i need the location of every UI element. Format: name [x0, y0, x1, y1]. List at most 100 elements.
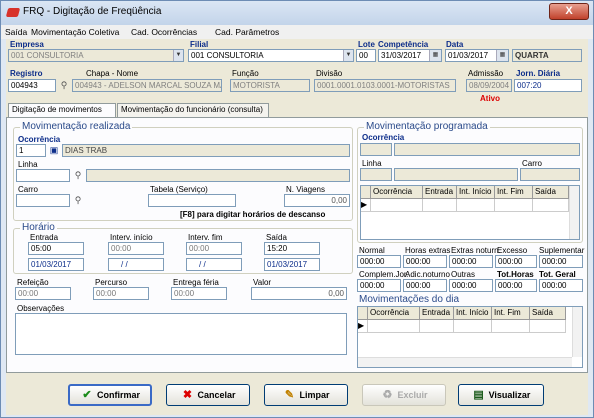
grid-corner — [361, 186, 371, 199]
tot-horas-field: 000:00 — [495, 279, 537, 292]
tab-digitacao[interactable]: Digitação de movimentos — [8, 103, 116, 118]
registro-field[interactable]: 004943 — [8, 79, 56, 92]
tab-consulta[interactable]: Movimentação do funcionário (consulta) — [117, 103, 269, 117]
horizontal-scrollbar[interactable] — [358, 357, 572, 367]
jornada-field: 007:20 — [514, 79, 582, 92]
col-saida[interactable]: Saída — [533, 186, 569, 199]
table-cell[interactable] — [371, 199, 423, 212]
competencia-label: Competência — [378, 40, 429, 49]
limpar-button[interactable]: ✎ Limpar — [264, 384, 348, 406]
suplementar-field: 000:00 — [539, 255, 583, 268]
admissao-field: 08/09/2004 — [466, 79, 512, 92]
ocorrencia-desc-field: DIAS TRAB — [62, 144, 350, 157]
valor-field[interactable]: 0,00 — [251, 287, 347, 300]
jornada-label: Jorn. Diária — [516, 69, 561, 78]
col-saida[interactable]: Saída — [530, 307, 566, 320]
col-entrada[interactable]: Entrada — [423, 186, 457, 199]
table-cell[interactable] — [533, 199, 569, 212]
viagens-label: N. Viagens — [286, 185, 325, 194]
row-indicator-icon: ▶ — [361, 199, 371, 212]
client-area: Empresa 001 CONSULTORIA ▼ Filial 001 CONS… — [6, 39, 588, 415]
table-cell[interactable] — [423, 199, 457, 212]
monitor-icon: ▤ — [473, 389, 484, 401]
saida-date-field[interactable]: 01/03/2017 — [264, 258, 320, 271]
prog-linha-code — [360, 168, 392, 181]
horario-title: Horário — [20, 222, 57, 233]
menu-movimentacao-coletiva[interactable]: Movimentação Coletiva — [31, 27, 119, 37]
col-entrada[interactable]: Entrada — [420, 307, 454, 320]
programada-grid[interactable]: Ocorrência Entrada Int. Início Int. Fim … — [360, 185, 580, 240]
prog-ocorrencia-label: Ocorrência — [362, 133, 405, 142]
funcao-label: Função — [232, 69, 259, 78]
close-button[interactable]: X — [549, 3, 589, 20]
calendar-icon[interactable]: ▦ — [496, 50, 508, 61]
filial-select[interactable]: 001 CONSULTORIA ▼ — [188, 49, 354, 62]
entrada-date-field[interactable]: 01/03/2017 — [28, 258, 84, 271]
competencia-field[interactable]: 31/03/2017 ▦ — [378, 49, 442, 62]
cancelar-button[interactable]: ✖ Cancelar — [166, 384, 250, 406]
prog-linha-label: Linha — [362, 159, 382, 168]
empresa-select[interactable]: 001 CONSULTORIA ▼ — [8, 49, 184, 62]
ocorrencia-code-field[interactable]: 1 — [16, 144, 46, 157]
intervalo-fim-date-field[interactable]: / / — [186, 258, 242, 271]
confirmar-button[interactable]: ✔ Confirmar — [68, 384, 152, 406]
tot-geral-field: 000:00 — [539, 279, 583, 292]
table-cell[interactable] — [368, 320, 420, 333]
vertical-scrollbar[interactable] — [569, 186, 579, 239]
data-value: 01/03/2017 — [448, 51, 489, 60]
table-cell[interactable] — [495, 199, 533, 212]
calendar-icon[interactable]: ▦ — [429, 50, 441, 61]
menu-cad-parametros[interactable]: Cad. Parâmetros — [215, 27, 279, 37]
visualizar-button[interactable]: ▤ Visualizar — [458, 384, 544, 406]
col-ocorrencia[interactable]: Ocorrência — [371, 186, 423, 199]
linha-field[interactable] — [16, 169, 70, 182]
realizada-title: Movimentação realizada — [20, 121, 133, 132]
binoculars-icon[interactable]: ⚲ — [72, 194, 84, 206]
valor-label: Valor — [253, 278, 272, 287]
col-int-inicio[interactable]: Int. Início — [454, 307, 492, 320]
table-cell[interactable] — [530, 320, 566, 333]
complem-label: Complem.Jor. — [359, 270, 409, 279]
percurso-label: Percurso — [95, 278, 128, 287]
intervalo-inicio-field[interactable]: 00:00 — [108, 242, 164, 255]
table-cell[interactable] — [492, 320, 530, 333]
refeicao-field[interactable]: 00:00 — [15, 287, 71, 300]
binoculars-icon[interactable]: ⚲ — [58, 79, 70, 91]
dia-grid[interactable]: Ocorrência Entrada Int. Início Int. Fim … — [357, 306, 583, 368]
chapa-field: 004943 - ADELSON MARCAL SOUZA MA — [72, 79, 222, 92]
table-cell[interactable] — [454, 320, 492, 333]
entrega-field[interactable]: 00:00 — [171, 287, 227, 300]
intervalo-fim-field[interactable]: 00:00 — [186, 242, 242, 255]
table-cell[interactable] — [420, 320, 454, 333]
extras-noturn-field: 000:00 — [449, 255, 493, 268]
outras-label: Outras — [451, 270, 476, 279]
binoculars-icon[interactable]: ⚲ — [72, 169, 84, 181]
vertical-scrollbar[interactable] — [572, 307, 582, 357]
data-field[interactable]: 01/03/2017 ▦ — [445, 49, 509, 62]
entrada-field[interactable]: 05:00 — [28, 242, 84, 255]
col-int-fim[interactable]: Int. Fim — [492, 307, 530, 320]
empresa-label: Empresa — [10, 40, 44, 49]
tabela-field[interactable] — [148, 194, 236, 207]
main-window: FRQ - Digitação de Freqüência X Saída Mo… — [0, 0, 594, 418]
table-cell[interactable] — [457, 199, 495, 212]
excluir-button[interactable]: ♻ Excluir — [362, 384, 446, 406]
carro-field[interactable] — [16, 194, 70, 207]
intervalo-fim-label: Interv. fim — [188, 233, 223, 242]
observacoes-textarea[interactable] — [15, 313, 347, 355]
viagens-field[interactable]: 0,00 — [284, 194, 350, 207]
horario-group: Horário Entrada 05:00 01/03/2017 Interv.… — [13, 222, 353, 274]
visualizar-label: Visualizar — [488, 390, 531, 400]
col-ocorrencia[interactable]: Ocorrência — [368, 307, 420, 320]
intervalo-inicio-date-field[interactable]: / / — [108, 258, 164, 271]
percurso-field[interactable]: 00:00 — [93, 287, 149, 300]
search-icon[interactable]: ▣ — [48, 144, 60, 156]
lote-field[interactable]: 00 — [356, 49, 376, 62]
col-int-fim[interactable]: Int. Fim — [495, 186, 533, 199]
prog-ocorrencia-code — [360, 143, 392, 156]
menu-saida[interactable]: Saída — [5, 27, 27, 37]
saida-field[interactable]: 15:20 — [264, 242, 320, 255]
col-int-inicio[interactable]: Int. Início — [457, 186, 495, 199]
check-icon: ✔ — [82, 389, 92, 401]
menu-cad-ocorrencias[interactable]: Cad. Ocorrências — [131, 27, 197, 37]
